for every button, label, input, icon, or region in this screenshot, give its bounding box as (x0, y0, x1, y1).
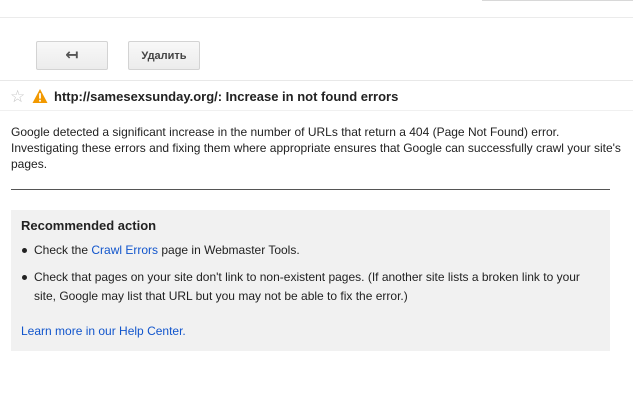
bullet-icon (22, 275, 27, 280)
item-text: Check that pages on your site don't link… (34, 270, 580, 303)
bullet-icon (22, 248, 27, 253)
message-subject: http://samesexsunday.org/: Increase in n… (54, 88, 399, 104)
star-icon[interactable]: ☆ (10, 88, 30, 105)
recommended-action-title: Recommended action (21, 218, 157, 233)
item-text-prefix: Check the (34, 243, 92, 257)
recommended-action-box: Recommended action Check the Crawl Error… (11, 210, 610, 351)
crawl-errors-link[interactable]: Crawl Errors (91, 243, 158, 257)
delete-button[interactable]: Удалить (128, 41, 200, 70)
warning-icon (32, 89, 48, 103)
list-item: Check the Crawl Errors page in Webmaster… (20, 241, 595, 260)
reply-arrow-icon: ↤ (65, 46, 79, 64)
subject-divider (0, 80, 633, 81)
top-edge-line (482, 0, 633, 1)
help-center-link[interactable]: Learn more in our Help Center. (21, 324, 186, 338)
message-body: Google detected a significant increase i… (11, 125, 621, 171)
recommended-action-list: Check the Crawl Errors page in Webmaster… (20, 241, 595, 306)
back-button[interactable]: ↤ (36, 41, 108, 70)
subject-row: ☆ http://samesexsunday.org/: Increase in… (10, 86, 398, 106)
section-divider (11, 189, 610, 190)
subject-underline (0, 110, 633, 111)
top-divider (0, 17, 633, 18)
list-item: Check that pages on your site don't link… (20, 268, 595, 306)
item-text-suffix: page in Webmaster Tools. (158, 243, 300, 257)
